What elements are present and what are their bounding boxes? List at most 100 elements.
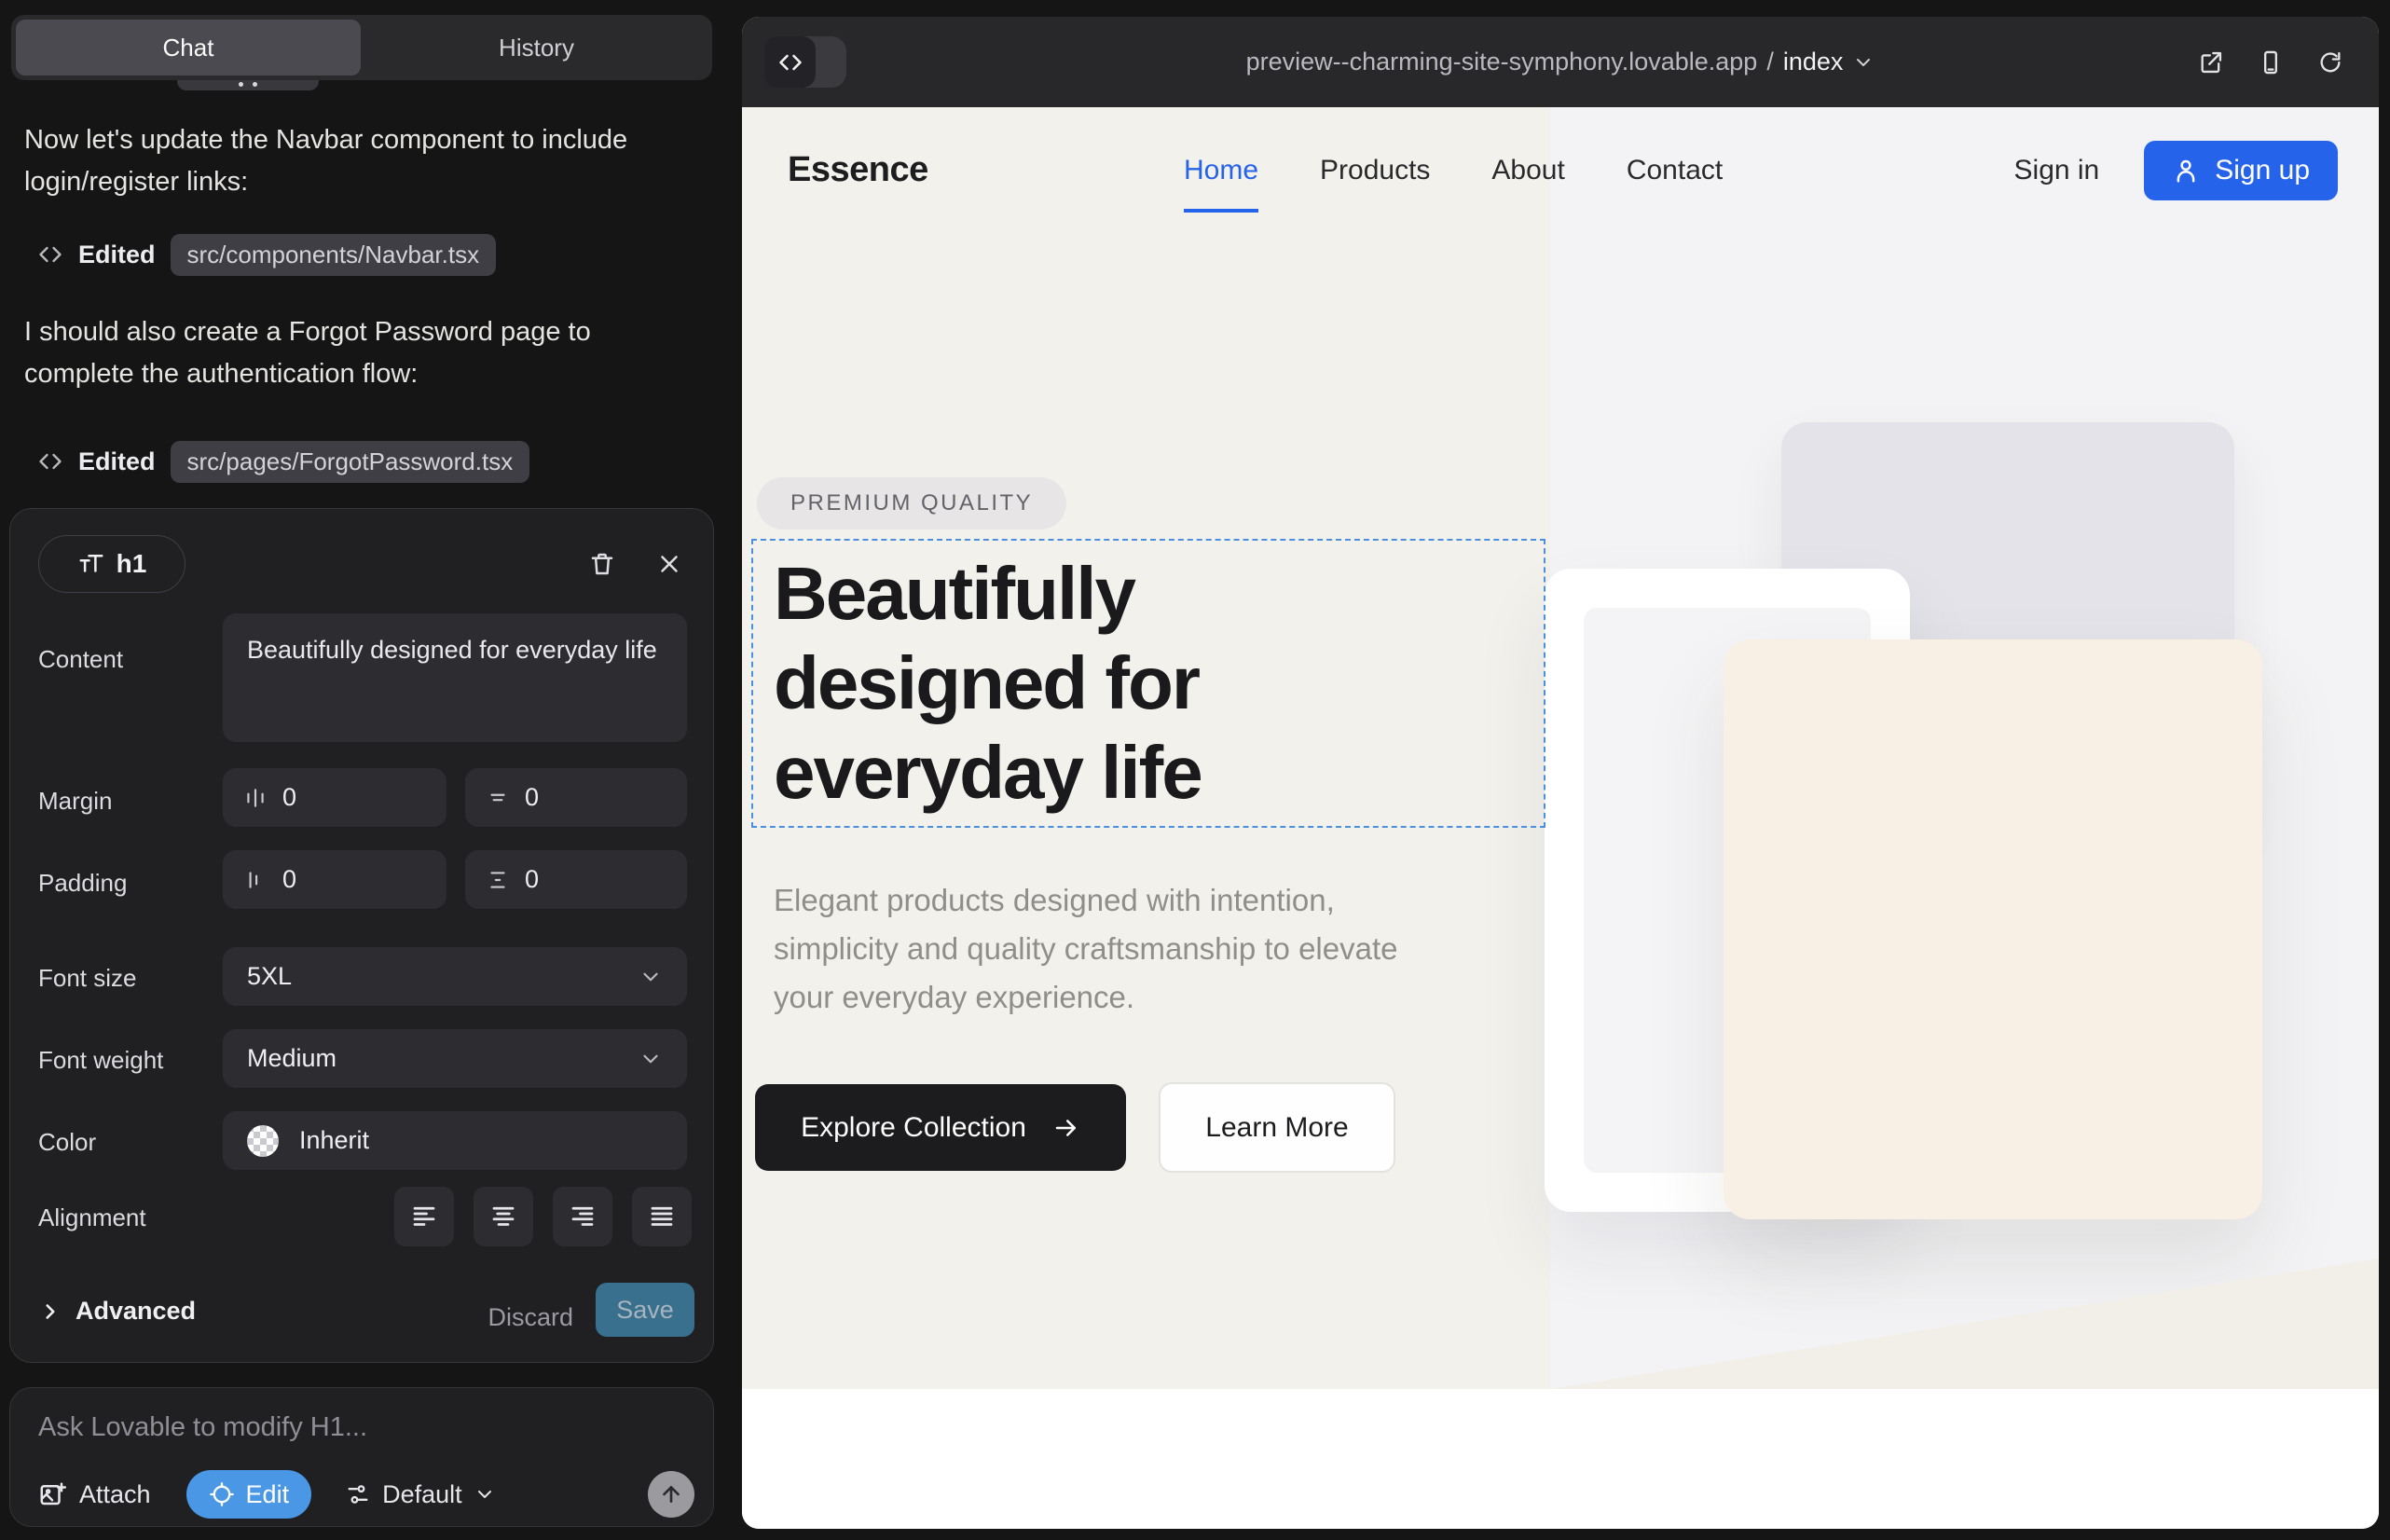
font-size-select[interactable]: 5XL — [223, 947, 687, 1006]
open-external-button[interactable] — [2198, 49, 2224, 76]
align-justify-button[interactable] — [632, 1187, 692, 1246]
composer-toolbar: Attach Edit Default — [38, 1470, 694, 1519]
edited-file-row[interactable]: Edited src/components/Navbar.tsx — [37, 233, 496, 276]
align-center-button[interactable] — [474, 1187, 533, 1246]
explore-collection-label: Explore Collection — [801, 1112, 1026, 1144]
preview-pane: preview--charming-site-symphony.lovable.… — [742, 17, 2379, 1529]
nav-link-contact[interactable]: Contact — [1627, 155, 1723, 186]
chat-panel: Chat History Now let's update the Navbar… — [0, 0, 727, 1540]
nav-link-about[interactable]: About — [1491, 155, 1564, 186]
align-left-button[interactable] — [394, 1187, 454, 1246]
site-viewport: Essence Home Products About Contact Sign… — [742, 107, 2379, 1389]
chat-composer: Ask Lovable to modify H1... Attach Edit — [9, 1387, 714, 1527]
padding-x-value: 0 — [282, 865, 296, 894]
refresh-button[interactable] — [2317, 49, 2343, 76]
premium-quality-badge: PREMIUM QUALITY — [757, 477, 1066, 529]
lovable-app-window: Chat History Now let's update the Navbar… — [0, 0, 2390, 1540]
margin-x-value: 0 — [282, 783, 296, 812]
url-separator: / — [1766, 48, 1774, 76]
nav-link-products[interactable]: Products — [1320, 155, 1430, 186]
decor-diagonal-wedge — [1550, 1258, 2379, 1389]
url-page: index — [1783, 48, 1844, 76]
hero-grey-panel — [1550, 107, 2379, 1389]
hero-heading-line: everyday life — [774, 728, 1202, 818]
chevron-down-icon — [474, 1483, 496, 1506]
scrolled-message-peek — [177, 80, 319, 90]
font-weight-value: Medium — [247, 1044, 337, 1073]
color-swatch — [247, 1125, 279, 1157]
learn-more-label: Learn More — [1205, 1112, 1348, 1144]
hero-heading-line: Beautifully — [774, 549, 1202, 639]
edited-file-row[interactable]: Edited src/pages/ForgotPassword.tsx — [37, 440, 529, 483]
file-path-badge[interactable]: src/pages/ForgotPassword.tsx — [171, 441, 530, 483]
decor-card-beige — [1724, 639, 2262, 1219]
element-editor-panel: h1 Content Beautifully designed for ever… — [9, 508, 714, 1363]
edit-label: Edit — [246, 1480, 290, 1509]
explore-collection-button[interactable]: Explore Collection — [755, 1084, 1126, 1171]
code-icon — [37, 241, 63, 268]
nav-link-home[interactable]: Home — [1184, 155, 1258, 186]
chevron-right-icon — [38, 1299, 62, 1324]
edit-mode-button[interactable]: Edit — [186, 1470, 312, 1519]
margin-x-icon — [243, 786, 268, 810]
content-value: Beautifully designed for everyday life — [247, 632, 657, 668]
send-arrow-icon — [659, 1482, 683, 1506]
sliders-icon — [345, 1481, 371, 1507]
element-tag-label: h1 — [117, 549, 147, 579]
delete-element-button[interactable] — [583, 544, 622, 584]
learn-more-button[interactable]: Learn More — [1159, 1082, 1395, 1173]
selected-element-tag: h1 — [38, 535, 185, 593]
align-left-icon — [410, 1203, 438, 1231]
tab-history[interactable]: History — [365, 20, 707, 76]
composer-input[interactable]: Ask Lovable to modify H1... — [38, 1412, 367, 1443]
align-right-button[interactable] — [553, 1187, 612, 1246]
advanced-label: Advanced — [76, 1297, 196, 1326]
color-value: Inherit — [299, 1126, 369, 1155]
site-auth-actions: Sign in Sign up — [2014, 107, 2338, 233]
model-select[interactable]: Default — [345, 1480, 496, 1509]
font-size-label: Font size — [38, 964, 137, 993]
font-size-value: 5XL — [247, 962, 292, 991]
content-label: Content — [38, 645, 123, 674]
margin-x-input[interactable]: 0 — [223, 768, 446, 827]
chat-message: Now let's update the Navbar component to… — [24, 119, 682, 203]
edited-label: Edited — [78, 241, 156, 269]
close-icon[interactable] — [650, 544, 689, 584]
hero-heading-line: designed for — [774, 639, 1202, 728]
advanced-toggle[interactable]: Advanced — [38, 1297, 196, 1326]
edited-label: Edited — [78, 447, 156, 476]
content-input[interactable]: Beautifully designed for everyday life — [223, 613, 687, 742]
arrow-right-icon — [1052, 1114, 1080, 1142]
send-button[interactable] — [648, 1471, 694, 1518]
tab-bar: Chat History — [11, 15, 712, 80]
padding-x-icon — [243, 868, 268, 892]
padding-x-input[interactable]: 0 — [223, 850, 446, 909]
chat-message: I should also create a Forgot Password p… — [24, 311, 682, 395]
site-navbar: Essence Home Products About Contact Sign… — [742, 107, 2379, 233]
site-logo[interactable]: Essence — [788, 107, 928, 233]
chevron-down-icon — [639, 965, 663, 989]
padding-y-value: 0 — [525, 865, 539, 894]
font-weight-select[interactable]: Medium — [223, 1029, 687, 1088]
file-path-badge[interactable]: src/components/Navbar.tsx — [171, 234, 497, 276]
attach-image-icon — [38, 1480, 66, 1508]
margin-y-input[interactable]: 0 — [465, 768, 687, 827]
tab-chat[interactable]: Chat — [16, 20, 361, 76]
mobile-view-button[interactable] — [2258, 49, 2284, 76]
sign-in-link[interactable]: Sign in — [2014, 155, 2100, 186]
discard-button[interactable]: Discard — [488, 1303, 573, 1332]
save-button[interactable]: Save — [596, 1283, 694, 1337]
padding-y-input[interactable]: 0 — [465, 850, 687, 909]
hero-paragraph[interactable]: Elegant products designed with intention… — [774, 876, 1400, 1022]
hero-heading[interactable]: Beautifully designed for everyday life — [774, 549, 1202, 818]
url-bar[interactable]: preview--charming-site-symphony.lovable.… — [742, 17, 2379, 107]
sign-up-button[interactable]: Sign up — [2144, 141, 2338, 200]
color-select[interactable]: Inherit — [223, 1111, 687, 1170]
chevron-down-icon — [639, 1047, 663, 1071]
attach-button[interactable]: Attach — [38, 1480, 151, 1509]
edit-target-icon — [209, 1481, 235, 1507]
sign-up-label: Sign up — [2215, 155, 2310, 186]
margin-y-value: 0 — [525, 783, 539, 812]
preview-toolbar: preview--charming-site-symphony.lovable.… — [742, 17, 2379, 107]
align-right-icon — [569, 1203, 597, 1231]
